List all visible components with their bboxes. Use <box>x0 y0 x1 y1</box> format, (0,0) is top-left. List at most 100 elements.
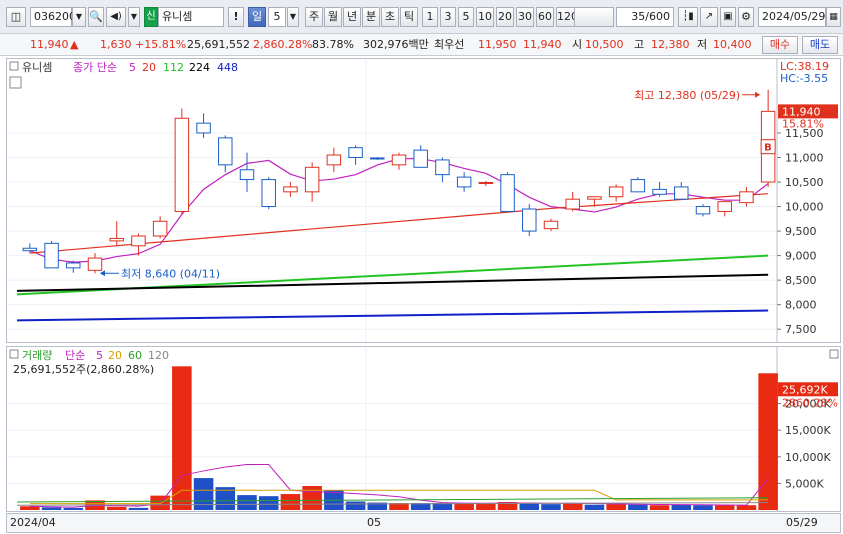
candle-body <box>695 206 711 215</box>
volume-bar <box>106 506 127 510</box>
price-chart[interactable]: 11,50011,00010,50010,0009,5009,0008,5008… <box>7 59 840 342</box>
turnover-rate: 83.78% <box>312 38 354 51</box>
stock-badge: 신 <box>144 7 158 27</box>
candle-body <box>326 154 342 166</box>
volume-bar <box>649 505 670 510</box>
candle-body <box>652 188 667 195</box>
period-tab-3[interactable]: 분 <box>362 7 380 27</box>
volume-bar <box>693 505 713 510</box>
volume-bar <box>193 478 214 510</box>
line-tool-icon[interactable]: ↗ <box>700 7 718 27</box>
candle-body <box>587 196 602 200</box>
interval-button-5[interactable]: 5 <box>458 7 474 27</box>
sell-button[interactable]: 매도 <box>802 36 838 54</box>
high-annotation: 최고 12,380 (05/29) <box>634 89 740 102</box>
gear-icon[interactable]: ⚙ <box>738 7 754 27</box>
page-count-field[interactable]: 35/600 <box>616 7 674 27</box>
price-tick-label: 9,000 <box>785 250 817 263</box>
period-tab-0[interactable]: 주 <box>305 7 323 27</box>
candle-body <box>543 220 559 230</box>
price-chart-panel: 11,500 11,000 10,500 10,000 9,500 9,000 8,500 8… <box>6 58 841 343</box>
price-tick-label: 10,000 <box>785 201 824 214</box>
current-pct-label: 15.81% <box>782 117 824 130</box>
candle-body <box>565 198 580 210</box>
calendar-icon[interactable]: ▦ <box>826 7 841 27</box>
volume-collapse-icon <box>9 349 19 359</box>
volume-bar <box>41 507 62 510</box>
volume-bar <box>302 486 322 510</box>
interval-button-1[interactable]: 1 <box>422 7 438 27</box>
period-dropdown-icon[interactable]: ▼ <box>287 7 299 27</box>
volume-bar <box>736 505 757 510</box>
buy-marker-label: B <box>764 143 772 154</box>
volume-chart[interactable]: 20,000K15,000K10,000K5,000K거래량 단순 5 20 60 120… <box>7 347 840 511</box>
list-dropdown-icon[interactable]: ▼ <box>128 7 140 27</box>
candle-body <box>674 186 689 200</box>
volume-tick-label: 5,000K <box>785 477 824 490</box>
speaker-icon[interactable]: ◀) <box>106 7 126 27</box>
chart-toolbar: ◫ 036200 ▼ 🔍 ◀) ▼ 신 유니셈 ! 일 5 ▼ 주월년분초틱 1… <box>0 0 843 34</box>
volume-bar <box>63 507 84 510</box>
price-change: 1,630 <box>100 38 132 51</box>
volume-bar <box>172 366 192 510</box>
price-tick-label: 7,500 <box>785 323 817 336</box>
candle-body <box>456 176 472 188</box>
ma5-line <box>29 158 769 263</box>
volume-bar <box>128 507 149 510</box>
stock-name-field[interactable]: 유니셈 <box>158 7 224 27</box>
price-tick-label: 9,500 <box>785 225 817 238</box>
search-icon[interactable]: 🔍 <box>88 7 104 27</box>
candle-body <box>218 137 233 166</box>
volume-ma-period: 5 <box>96 349 103 362</box>
candle-body <box>261 179 276 208</box>
ma-legend-period: 224 <box>189 61 210 74</box>
candle-body <box>435 159 450 176</box>
interval-button-3[interactable]: 3 <box>440 7 456 27</box>
volume-bar <box>758 373 778 510</box>
candle-body <box>87 257 103 271</box>
up-arrow-icon: ▲ <box>70 38 79 51</box>
candle-type-icon[interactable]: ┆▮ <box>678 7 698 27</box>
candle-body <box>174 117 190 212</box>
candle-body <box>283 186 298 193</box>
period-tab-1[interactable]: 월 <box>324 7 342 27</box>
interval-button-60[interactable]: 60 <box>536 7 554 27</box>
current-volume-tag-text: 25,692K <box>782 383 828 396</box>
volume-ma-title: 단순 <box>65 349 85 362</box>
interval-custom-field[interactable] <box>574 7 614 27</box>
interval-button-20[interactable]: 20 <box>496 7 514 27</box>
period-tab-5[interactable]: 틱 <box>400 7 418 27</box>
trade-amount: 302,976백만 <box>363 38 429 51</box>
volume-chart-panel: 20,000K 15,000K 10,000K 5,000K 거래량 단순 5 20 60 120… <box>6 346 841 512</box>
x-axis-label-may: 05 <box>367 516 381 529</box>
candle-body <box>304 166 320 193</box>
alert-button[interactable]: ! <box>228 7 244 27</box>
candle-body <box>739 191 754 204</box>
x-axis-label-apr: 2024/04 <box>10 516 56 529</box>
interval-button-10[interactable]: 10 <box>476 7 494 27</box>
buy-button[interactable]: 매수 <box>762 36 798 54</box>
ma-legend-period: 448 <box>217 61 238 74</box>
candle-body <box>370 157 385 160</box>
code-dropdown-icon[interactable]: ▼ <box>72 7 86 27</box>
candle-body <box>608 186 624 198</box>
date-field[interactable]: 2024/05/29 <box>758 7 826 27</box>
low-price: 10,400 <box>713 38 752 51</box>
volume-bar <box>628 504 648 510</box>
period-tab-4[interactable]: 초 <box>381 7 399 27</box>
x-axis: 2024/04 05 05/29 <box>6 513 841 533</box>
ma-legend-period: 112 <box>163 61 184 74</box>
period-day-tab[interactable]: 일 <box>248 7 266 27</box>
volume-bar <box>454 503 474 510</box>
candle-body <box>391 154 407 166</box>
interval-button-30[interactable]: 30 <box>516 7 534 27</box>
menu-icon[interactable]: ◫ <box>6 7 26 27</box>
period-value-input[interactable]: 5 <box>268 7 286 27</box>
period-tab-2[interactable]: 년 <box>343 7 361 27</box>
candle-body <box>717 201 732 212</box>
save-icon[interactable]: ▣ <box>720 7 736 27</box>
stock-code-input[interactable]: 036200 <box>30 7 76 27</box>
candle-body <box>131 235 146 247</box>
candle-body <box>152 220 168 237</box>
candle-body <box>413 149 428 168</box>
